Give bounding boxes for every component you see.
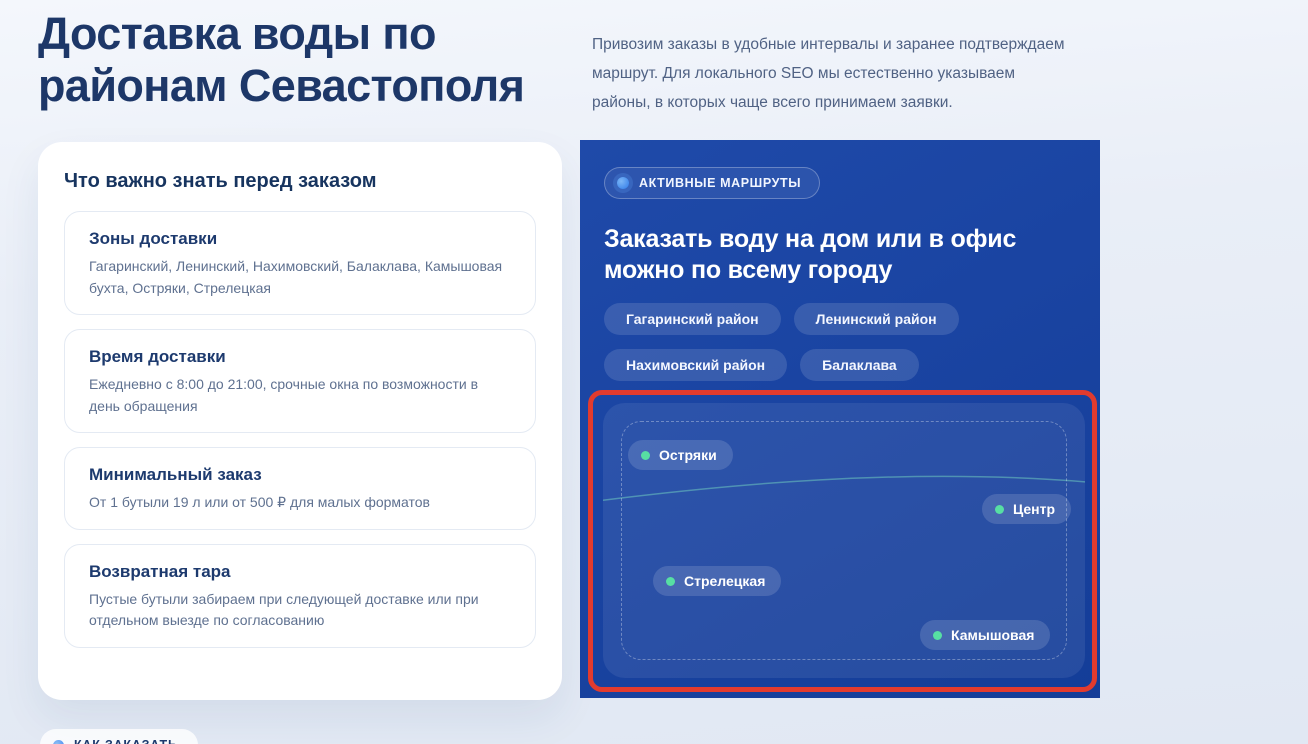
map-point-centr: Центр <box>982 494 1071 524</box>
info-item-minimum-order: Минимальный заказ От 1 бутыли 19 л или о… <box>64 447 536 530</box>
info-item-text: От 1 бутыли 19 л или от 500 ₽ для малых … <box>89 492 511 514</box>
chip-gagarinsky: Гагаринский район <box>604 303 781 335</box>
active-routes-badge-label: АКТИВНЫЕ МАРШРУТЫ <box>639 176 801 190</box>
routes-panel: АКТИВНЫЕ МАРШРУТЫ Заказать воду на дом и… <box>580 140 1100 698</box>
map-point-label: Стрелецкая <box>684 573 765 589</box>
info-item-title: Возвратная тара <box>89 562 511 582</box>
info-item-delivery-zones: Зоны доставки Гагаринский, Ленинский, На… <box>64 211 536 315</box>
info-item-title: Время доставки <box>89 347 511 367</box>
map-point-streletskaya: Стрелецкая <box>653 566 781 596</box>
chip-balaklava: Балаклава <box>800 349 919 381</box>
map-point-ostryaki: Остряки <box>628 440 733 470</box>
map-point-dot-icon <box>641 451 650 460</box>
routes-heading: Заказать воду на дом или в офис можно по… <box>604 224 1074 286</box>
info-item-title: Зоны доставки <box>89 229 511 249</box>
pulse-dot-icon <box>53 740 64 744</box>
info-item-title: Минимальный заказ <box>89 465 511 485</box>
map-point-label: Камышовая <box>951 627 1034 643</box>
active-routes-badge: АКТИВНЫЕ МАРШРУТЫ <box>604 167 820 199</box>
info-card-heading: Что важно знать перед заказом <box>64 170 536 193</box>
info-item-text: Ежедневно с 8:00 до 21:00, срочные окна … <box>89 374 511 417</box>
map-point-dot-icon <box>666 577 675 586</box>
info-card: Что важно знать перед заказом Зоны доста… <box>38 142 562 700</box>
map-point-label: Центр <box>1013 501 1055 517</box>
hero-intro-text: Привозим заказы в удобные интервалы и за… <box>592 30 1070 117</box>
pulse-dot-icon <box>617 177 629 189</box>
chip-leninsky: Ленинский район <box>794 303 959 335</box>
info-item-delivery-time: Время доставки Ежедневно с 8:00 до 21:00… <box>64 329 536 433</box>
map-point-kamyshovaya: Камышовая <box>920 620 1050 650</box>
chip-nakhimovsky: Нахимовский район <box>604 349 787 381</box>
map-point-label: Остряки <box>659 447 717 463</box>
how-to-order-badge-label: КАК ЗАКАЗАТЬ <box>74 738 178 744</box>
page-title: Доставка воды по районам Севастополя <box>38 8 613 112</box>
info-item-text: Пустые бутыли забираем при следующей дос… <box>89 589 511 632</box>
info-item-returnable-bottles: Возвратная тара Пустые бутыли забираем п… <box>64 544 536 648</box>
map-point-dot-icon <box>995 505 1004 514</box>
how-to-order-badge: КАК ЗАКАЗАТЬ <box>40 729 198 744</box>
map-point-dot-icon <box>933 631 942 640</box>
delivery-map-card[interactable]: Остряки Центр Стрелецкая Камышовая <box>603 403 1085 678</box>
district-chips: Гагаринский район Ленинский район Нахимо… <box>604 303 1076 381</box>
info-item-text: Гагаринский, Ленинский, Нахимовский, Бал… <box>89 256 511 299</box>
